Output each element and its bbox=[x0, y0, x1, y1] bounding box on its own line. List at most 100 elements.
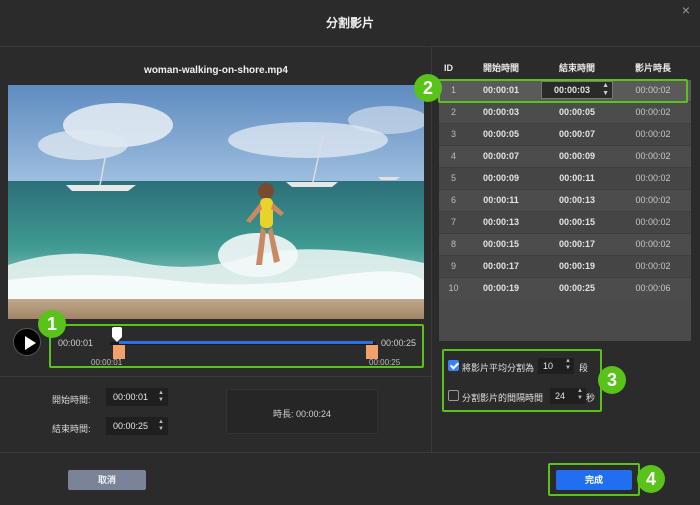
annotation-badge-3: 3 bbox=[598, 366, 626, 394]
cell-end: 00:00:07 bbox=[558, 129, 596, 139]
timeline-selection bbox=[119, 341, 373, 344]
table-empty-area bbox=[439, 299, 691, 341]
cell-start: 00:00:05 bbox=[482, 129, 520, 139]
split-interval-input[interactable]: 24 ▲ ▼ bbox=[550, 388, 586, 404]
end-trim-handle[interactable] bbox=[366, 345, 378, 359]
start-trim-handle[interactable] bbox=[113, 345, 125, 359]
cell-id: 4 bbox=[450, 151, 456, 161]
cell-end: 00:00:25 bbox=[558, 283, 596, 293]
stepper-icon[interactable]: ▲ ▼ bbox=[564, 358, 572, 372]
cell-id: 3 bbox=[450, 129, 456, 139]
cell-length: 00:00:06 bbox=[635, 283, 671, 293]
timeline-end-time: 00:00:25 bbox=[381, 338, 417, 348]
start-time-value: 00:00:01 bbox=[113, 392, 149, 402]
table-row[interactable]: 7 00:00:13 00:00:15 00:00:02 bbox=[439, 212, 691, 234]
table-row[interactable]: 9 00:00:17 00:00:19 00:00:02 bbox=[439, 256, 691, 278]
end-time-input[interactable]: 00:00:25 ▲ ▼ bbox=[106, 417, 168, 435]
table-row[interactable]: 4 00:00:07 00:00:09 00:00:02 bbox=[439, 146, 691, 168]
table-row[interactable]: 3 00:00:05 00:00:07 00:00:02 bbox=[439, 124, 691, 146]
cell-length: 00:00:02 bbox=[635, 261, 671, 271]
split-interval-checkbox[interactable] bbox=[448, 390, 459, 401]
duration-text: 時長: 00:00:24 bbox=[272, 409, 332, 419]
header-id: ID bbox=[444, 63, 453, 73]
done-button[interactable]: 完成 bbox=[556, 470, 632, 490]
cell-length: 00:00:02 bbox=[635, 129, 671, 139]
cell-start: 00:00:19 bbox=[482, 283, 520, 293]
stepper-icon[interactable]: ▲ ▼ bbox=[576, 388, 584, 402]
split-even-unit: 段 bbox=[579, 363, 589, 373]
start-time-label: 開始時間: bbox=[52, 395, 91, 405]
cell-id: 2 bbox=[450, 107, 456, 117]
cell-start: 00:00:07 bbox=[482, 151, 520, 161]
cell-length: 00:00:02 bbox=[635, 217, 671, 227]
cell-end: 00:00:09 bbox=[558, 151, 596, 161]
table-row[interactable]: 2 00:00:03 00:00:05 00:00:02 bbox=[439, 102, 691, 124]
beach-scene-image bbox=[8, 85, 424, 319]
cell-end: 00:00:05 bbox=[558, 107, 596, 117]
video-filename: woman-walking-on-shore.mp4 bbox=[144, 65, 288, 76]
split-interval-unit: 秒 bbox=[586, 393, 596, 403]
vertical-divider bbox=[431, 47, 432, 452]
cell-start: 00:00:17 bbox=[482, 261, 520, 271]
divider bbox=[0, 376, 431, 377]
cell-end: 00:00:11 bbox=[559, 173, 595, 183]
video-preview[interactable] bbox=[8, 85, 424, 319]
table-body: 1 00:00:01 00:00:03 ▲ ▼ 00:00:02 2 00:00:0… bbox=[439, 80, 691, 300]
header-end: 結束時間 bbox=[558, 63, 595, 73]
play-button[interactable] bbox=[13, 328, 41, 356]
split-even-value: 10 bbox=[543, 361, 554, 371]
highlight-box-row bbox=[438, 79, 688, 103]
cell-length: 00:00:02 bbox=[635, 195, 671, 205]
cell-end: 00:00:13 bbox=[558, 195, 596, 205]
split-even-label: 將影片平均分割為 bbox=[462, 363, 535, 373]
table-row[interactable]: 5 00:00:09 00:00:11 00:00:02 bbox=[439, 168, 691, 190]
split-interval-value: 24 bbox=[555, 391, 566, 401]
cell-id: 7 bbox=[450, 217, 456, 227]
end-time-value: 00:00:25 bbox=[113, 421, 149, 431]
playhead-handle[interactable] bbox=[112, 327, 122, 343]
table-header: ID 開始時間 結束時間 影片時長 bbox=[439, 56, 691, 80]
split-even-count-input[interactable]: 10 ▲ ▼ bbox=[538, 358, 574, 374]
timeline-start-time: 00:00:01 bbox=[58, 338, 94, 348]
header-length: 影片時長 bbox=[634, 63, 671, 73]
end-time-label: 結束時間: bbox=[52, 424, 91, 434]
cell-length: 00:00:02 bbox=[635, 239, 671, 249]
cell-start: 00:00:03 bbox=[482, 107, 520, 117]
cell-length: 00:00:02 bbox=[635, 107, 671, 117]
cell-id: 10 bbox=[448, 283, 459, 293]
cell-end: 00:00:17 bbox=[558, 239, 596, 249]
cell-id: 9 bbox=[450, 261, 456, 271]
cell-end: 00:00:15 bbox=[558, 217, 596, 227]
play-icon bbox=[25, 336, 36, 350]
cell-id: 6 bbox=[450, 195, 456, 205]
stepper-icon[interactable]: ▲ ▼ bbox=[157, 390, 165, 404]
end-marker-time: 00:00:25 bbox=[369, 358, 401, 367]
close-icon[interactable]: × bbox=[678, 2, 694, 18]
table-row[interactable]: 6 00:00:11 00:00:13 00:00:02 bbox=[439, 190, 691, 212]
duration-panel: 時長: 00:00:24 bbox=[226, 389, 378, 434]
cell-start: 00:00:09 bbox=[482, 173, 520, 183]
cell-id: 5 bbox=[450, 173, 456, 183]
annotation-badge-2: 2 bbox=[414, 74, 442, 102]
cell-start: 00:00:13 bbox=[482, 217, 520, 227]
cell-length: 00:00:02 bbox=[635, 173, 671, 183]
annotation-badge-4: 4 bbox=[637, 465, 665, 493]
split-even-checkbox[interactable] bbox=[448, 360, 459, 371]
cancel-button[interactable]: 取消 bbox=[68, 470, 146, 490]
dialog-title: 分割影片 bbox=[325, 16, 374, 30]
stepper-icon[interactable]: ▲ ▼ bbox=[157, 419, 165, 433]
cell-end: 00:00:19 bbox=[558, 261, 596, 271]
start-marker-time: 00:00:01 bbox=[91, 358, 123, 367]
table-row[interactable]: 8 00:00:15 00:00:17 00:00:02 bbox=[439, 234, 691, 256]
cell-start: 00:00:15 bbox=[482, 239, 520, 249]
cell-id: 8 bbox=[450, 239, 456, 249]
title-bar: 分割影片 × bbox=[0, 0, 700, 44]
cell-length: 00:00:02 bbox=[635, 151, 671, 161]
start-time-input[interactable]: 00:00:01 ▲ ▼ bbox=[106, 388, 168, 406]
table-row[interactable]: 10 00:00:19 00:00:25 00:00:06 bbox=[439, 278, 691, 300]
split-interval-label: 分割影片的間隔時間 bbox=[462, 393, 544, 403]
annotation-badge-1: 1 bbox=[38, 310, 66, 338]
cell-start: 00:00:11 bbox=[483, 195, 519, 205]
divider bbox=[0, 452, 700, 453]
header-start: 開始時間 bbox=[482, 63, 519, 73]
